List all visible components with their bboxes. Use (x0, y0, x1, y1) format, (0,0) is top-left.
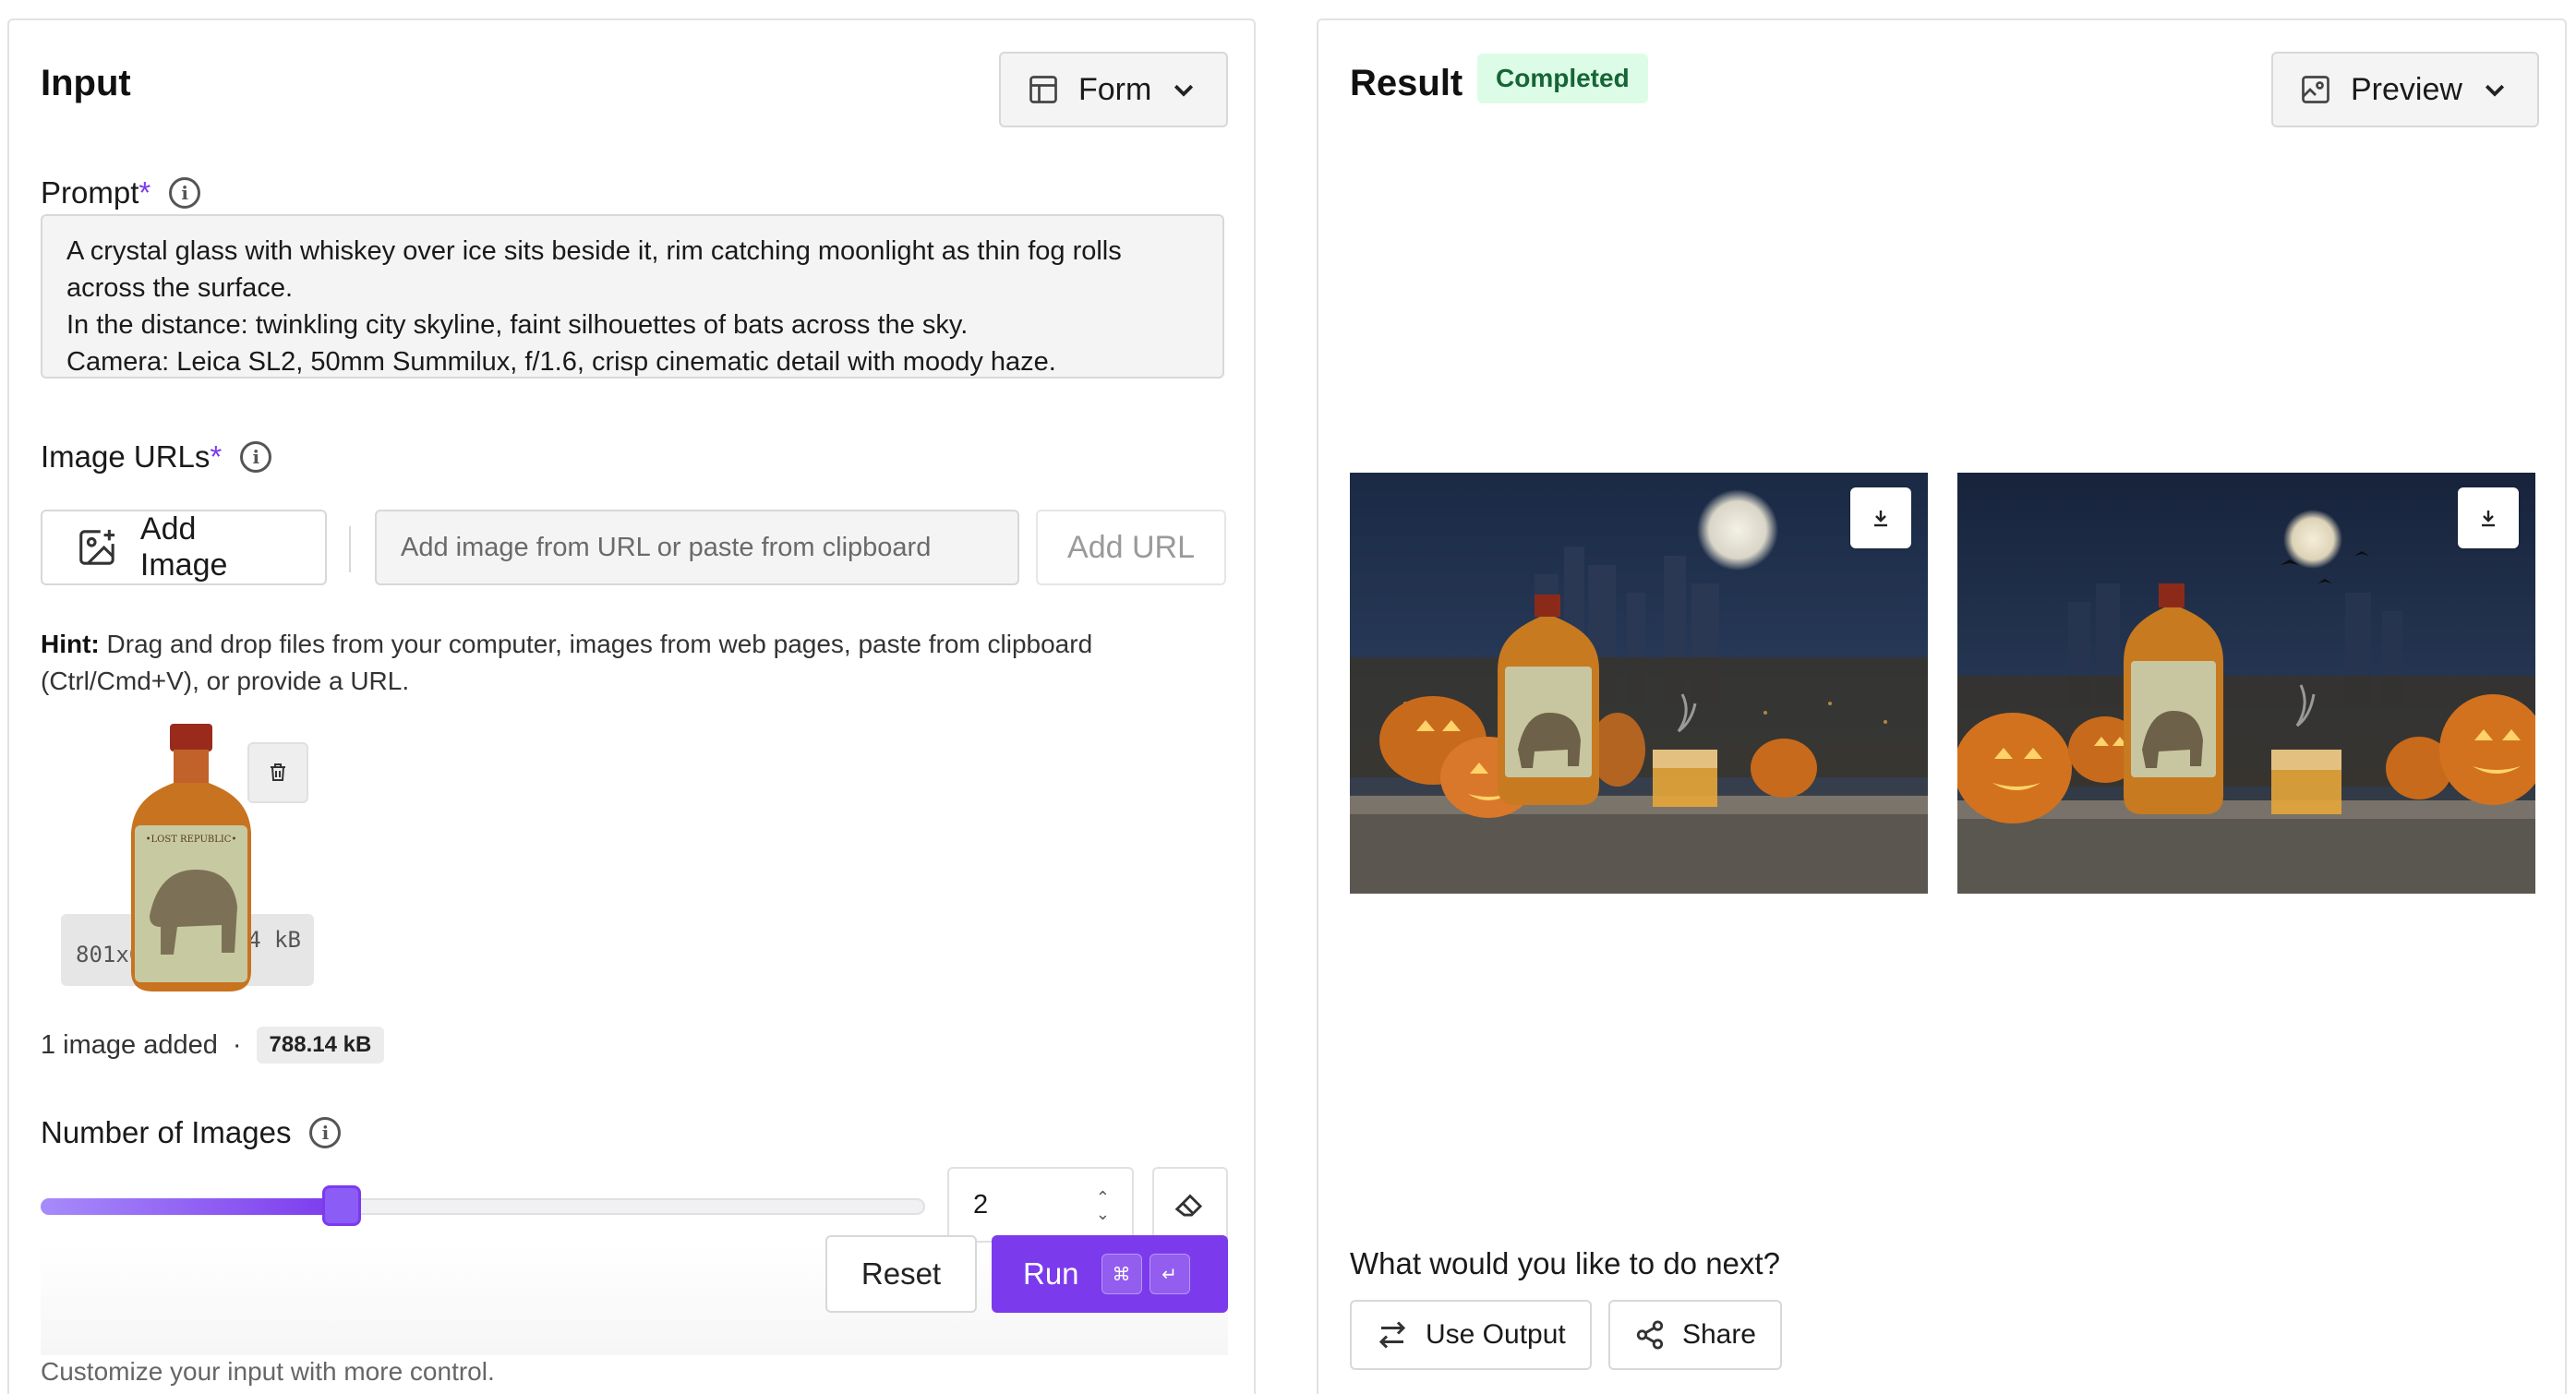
hint-label: Hint: (41, 630, 100, 658)
prompt-textarea[interactable]: A crystal glass with whiskey over ice si… (41, 214, 1224, 379)
swap-arrows-icon (1378, 1321, 1406, 1349)
output-image[interactable] (1957, 473, 2535, 894)
form-view-label: Form (1078, 71, 1152, 107)
prompt-label-text: Prompt (41, 175, 139, 210)
clear-button[interactable] (1152, 1167, 1228, 1243)
images-added-summary: 1 image added · 788.14 kB (41, 1027, 385, 1064)
run-label: Run (1023, 1256, 1079, 1291)
result-panel: Result Completed Preview What would you … (1317, 18, 2567, 1394)
svg-text:•LOST REPUBLIC•: •LOST REPUBLIC• (146, 835, 237, 845)
image-preview-icon (2302, 76, 2329, 103)
eraser-icon (1174, 1194, 1203, 1217)
info-icon[interactable]: i (240, 441, 272, 473)
info-icon[interactable]: i (169, 177, 201, 209)
preview-view-dropdown[interactable]: Preview (2271, 52, 2539, 127)
command-key-icon: ⌘ (1101, 1254, 1142, 1294)
num-images-input[interactable]: 2 ⌃ ⌄ (947, 1167, 1134, 1243)
num-images-slider-fill (41, 1198, 342, 1215)
separator-dot: · (232, 1029, 242, 1060)
required-marker: * (138, 175, 151, 210)
download-button[interactable] (2458, 487, 2519, 548)
halloween-whiskey-image (1350, 473, 1928, 894)
reset-button[interactable]: Reset (825, 1235, 977, 1313)
form-view-dropdown[interactable]: Form (999, 52, 1228, 127)
add-image-label: Add Image (139, 511, 228, 583)
download-button[interactable] (1850, 487, 1911, 548)
use-output-label: Use Output (1426, 1319, 1566, 1350)
chevron-down-icon (2485, 84, 2505, 97)
image-url-input[interactable] (375, 510, 1019, 585)
halloween-whiskey-image (1957, 473, 2535, 894)
customize-hint: Customize your input with more control. (41, 1357, 495, 1386)
num-images-value: 2 (973, 1189, 989, 1220)
hint-text: Hint: Drag and drop files from your comp… (41, 626, 1232, 700)
status-badge: Completed (1477, 54, 1648, 103)
next-steps-question: What would you like to do next? (1350, 1246, 1780, 1280)
image-urls-label-text: Image URLs (41, 439, 211, 474)
trash-icon (271, 763, 285, 781)
divider (349, 526, 351, 572)
output-image[interactable] (1350, 473, 1928, 894)
hint-body: Drag and drop files from your computer, … (41, 630, 1093, 695)
image-urls-label: Image URLs* i (41, 439, 272, 475)
info-icon[interactable]: i (309, 1117, 342, 1148)
bottle-image: •LOST REPUBLIC• (131, 724, 251, 991)
add-url-button[interactable]: Add URL (1036, 510, 1226, 585)
image-add-icon (79, 529, 115, 565)
run-shortcut: ⌘ ↵ (1096, 1254, 1190, 1294)
images-added-count: 1 image added (41, 1029, 218, 1060)
preview-view-label: Preview (2351, 71, 2462, 107)
number-of-images-label: Number of Images i (41, 1115, 342, 1150)
download-icon (1874, 511, 1887, 527)
share-button[interactable]: Share (1608, 1300, 1782, 1370)
num-images-slider-thumb[interactable] (321, 1185, 361, 1226)
stepper-icon[interactable]: ⌃ ⌄ (1096, 1189, 1110, 1222)
input-panel: Input Form Prompt* i A crystal glass wit… (7, 18, 1256, 1394)
input-title: Input (41, 63, 131, 103)
layout-icon (1029, 76, 1057, 103)
uploaded-image-thumbnail[interactable]: 801x601 788.14 kB •LOST REPUBLIC• (61, 722, 319, 999)
add-image-button[interactable]: Add Image (41, 510, 327, 585)
share-label: Share (1681, 1319, 1756, 1350)
required-marker: * (210, 439, 223, 474)
prompt-label: Prompt* i (41, 175, 201, 210)
delete-image-button[interactable] (247, 742, 308, 803)
share-icon (1636, 1320, 1664, 1350)
chevron-down-icon (1174, 84, 1194, 97)
download-icon (2482, 511, 2495, 527)
number-of-images-label-text: Number of Images (41, 1115, 292, 1149)
run-button[interactable]: Run ⌘ ↵ (992, 1235, 1228, 1313)
use-output-button[interactable]: Use Output (1350, 1300, 1592, 1370)
result-title: Result (1350, 63, 1463, 103)
enter-key-icon: ↵ (1149, 1254, 1190, 1294)
total-size-chip: 788.14 kB (256, 1027, 385, 1064)
